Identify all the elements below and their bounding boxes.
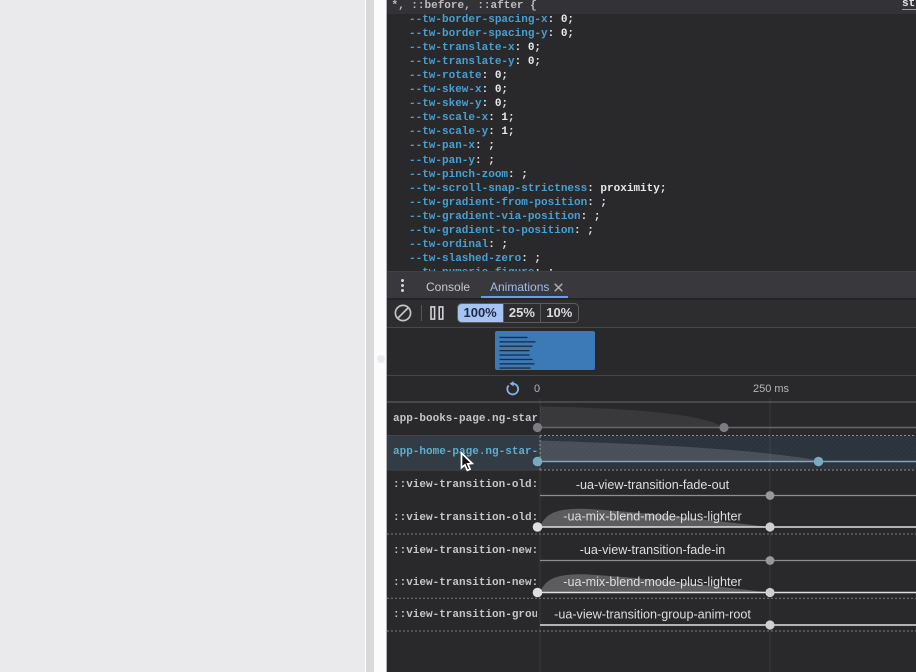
svg-text:-ua-mix-blend-mode-plus-lighte: -ua-mix-blend-mode-plus-lighter xyxy=(563,575,741,589)
svg-text:-ua-view-transition-fade-in: -ua-view-transition-fade-in xyxy=(580,543,726,557)
svg-text:-ua-view-transition-group-anim: -ua-view-transition-group-anim-root xyxy=(554,608,751,622)
svg-text:-ua-mix-blend-mode-plus-lighte: -ua-mix-blend-mode-plus-lighter xyxy=(563,510,741,524)
svg-text:-ua-view-transition-fade-out: -ua-view-transition-fade-out xyxy=(576,478,730,492)
